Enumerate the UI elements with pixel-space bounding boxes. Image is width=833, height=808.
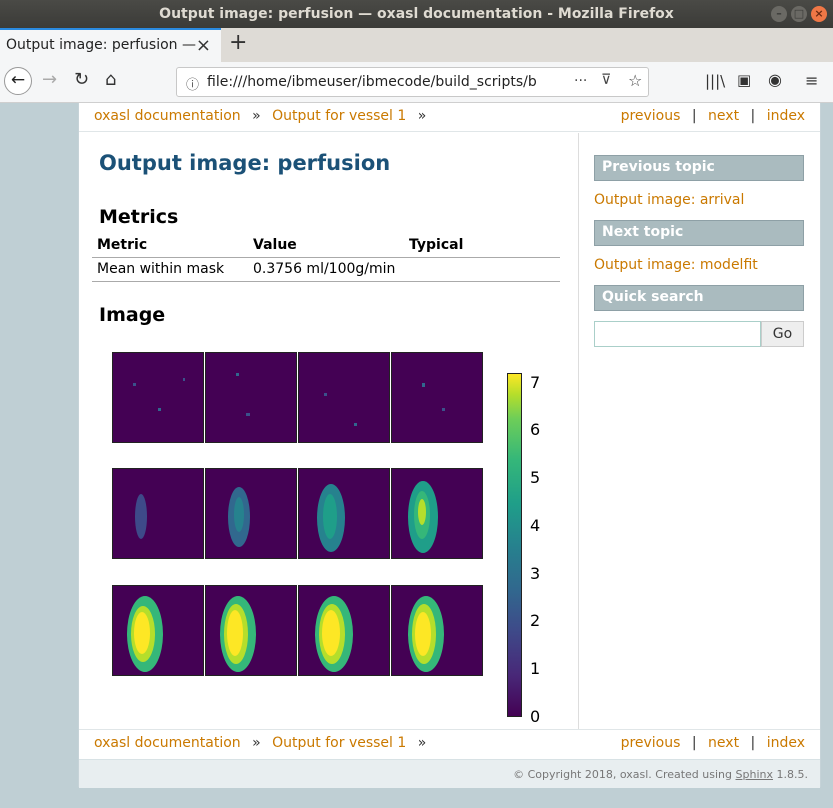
url-text[interactable]: file:///home/ibmeuser/ibmecode/build_scr… (207, 74, 537, 90)
bookmark-star-icon[interactable]: ☆ (628, 71, 642, 90)
search-go-button[interactable]: Go (761, 321, 804, 347)
sidebar: Previous topic Output image: arrival Nex… (594, 155, 804, 347)
image-heading: Image (99, 304, 166, 326)
image-slice (298, 468, 390, 559)
colorbar-tick-label: 2 (530, 611, 541, 631)
url-bar[interactable]: ⓘ file:///home/ibmeuser/ibmecode/build_s… (176, 67, 649, 97)
colorbar-tick-label: 4 (530, 515, 541, 535)
version-text: 1.8.5. (776, 768, 809, 781)
search-input[interactable] (594, 321, 761, 347)
tab-active[interactable]: Output image: perfusion — × (0, 28, 221, 62)
back-button[interactable]: ← (4, 67, 32, 95)
sphinx-link[interactable]: Sphinx (736, 768, 773, 781)
search-form: Go (594, 321, 804, 347)
image-slice (298, 585, 390, 676)
maximize-icon[interactable]: □ (791, 6, 807, 22)
account-icon[interactable]: ◉ (768, 70, 782, 89)
footer: © Copyright 2018, oxasl. Created using S… (79, 759, 820, 788)
colorbar (507, 373, 522, 717)
home-button[interactable]: ⌂ (105, 69, 116, 90)
new-tab-button[interactable]: + (229, 30, 247, 55)
image-slice (391, 585, 483, 676)
home-link[interactable]: oxasl documentation (94, 108, 241, 124)
window-titlebar: Output image: perfusion — oxasl document… (0, 0, 833, 28)
image-slice (205, 585, 297, 676)
parent-link[interactable]: Output for vessel 1 (272, 108, 406, 124)
table-header: Typical (409, 237, 464, 253)
related-nav-top: oxasl documentation » Output for vessel … (79, 103, 820, 132)
colorbar-tick-label: 3 (530, 563, 541, 583)
reload-button[interactable]: ↻ (74, 69, 89, 90)
related-nav-bottom: oxasl documentation » Output for vessel … (79, 729, 820, 758)
metrics-heading: Metrics (99, 206, 179, 228)
previous-link[interactable]: previous (621, 735, 681, 751)
page-title: Output image: perfusion (99, 151, 391, 175)
colorbar-tick-label: 0 (530, 707, 541, 726)
previous-topic-heading: Previous topic (594, 155, 804, 181)
table-header: Metric (97, 237, 148, 253)
table-header: Value (253, 237, 297, 253)
tab-label: Output image: perfusion — (6, 37, 196, 53)
image-slice (112, 352, 204, 443)
colorbar-tick-label: 7 (530, 372, 541, 392)
image-slice (205, 352, 297, 443)
next-link[interactable]: next (708, 108, 739, 124)
image-slice (391, 468, 483, 559)
image-slice (298, 352, 390, 443)
table-cell: Mean within mask (97, 261, 225, 277)
previous-link[interactable]: previous (621, 108, 681, 124)
close-icon[interactable]: × (811, 6, 827, 22)
more-actions-icon[interactable]: ··· (574, 73, 587, 89)
menu-icon[interactable]: ≡ (805, 71, 818, 90)
image-slice (205, 468, 297, 559)
table-header-row: Metric Value Typical (92, 234, 560, 258)
home-link[interactable]: oxasl documentation (94, 735, 241, 751)
document-page: oxasl documentation » Output for vessel … (78, 103, 821, 788)
info-icon[interactable]: ⓘ (186, 74, 199, 93)
main-content: Output image: perfusion Metrics Metric V… (79, 133, 579, 729)
next-link[interactable]: next (708, 735, 739, 751)
minimize-icon[interactable]: – (771, 6, 787, 22)
window-title: Output image: perfusion — oxasl document… (159, 6, 674, 22)
tab-strip: Output image: perfusion — × + (0, 28, 833, 62)
colorbar-tick-label: 6 (530, 420, 541, 440)
quick-search-heading: Quick search (594, 285, 804, 311)
pocket-icon[interactable]: ⊽ (601, 72, 611, 88)
table-cell: 0.3756 ml/100g/min (253, 261, 396, 277)
colorbar-tick-label: 5 (530, 468, 541, 488)
window-controls: – □ × (771, 6, 827, 22)
image-slice (112, 468, 204, 559)
library-icon[interactable]: |||\ (705, 72, 725, 90)
forward-button[interactable]: → (42, 69, 57, 90)
nav-toolbar: ← → ↻ ⌂ ⓘ file:///home/ibmeuser/ibmecode… (0, 62, 833, 103)
image-slice (391, 352, 483, 443)
next-topic-link[interactable]: Output image: modelfit (594, 257, 804, 273)
index-link[interactable]: index (767, 108, 805, 124)
next-topic-heading: Next topic (594, 220, 804, 246)
parent-link[interactable]: Output for vessel 1 (272, 735, 406, 751)
index-link[interactable]: index (767, 735, 805, 751)
colorbar-tick-label: 1 (530, 659, 541, 679)
metrics-table: Metric Value Typical Mean within mask 0.… (92, 234, 560, 282)
tab-close-icon[interactable]: × (196, 30, 211, 61)
previous-topic-link[interactable]: Output image: arrival (594, 192, 804, 208)
copyright-text: © Copyright 2018, oxasl. Created using (513, 768, 733, 781)
sidebar-toggle-icon[interactable]: ▣ (737, 71, 751, 89)
table-row: Mean within mask 0.3756 ml/100g/min (92, 258, 560, 282)
image-slice (112, 585, 204, 676)
